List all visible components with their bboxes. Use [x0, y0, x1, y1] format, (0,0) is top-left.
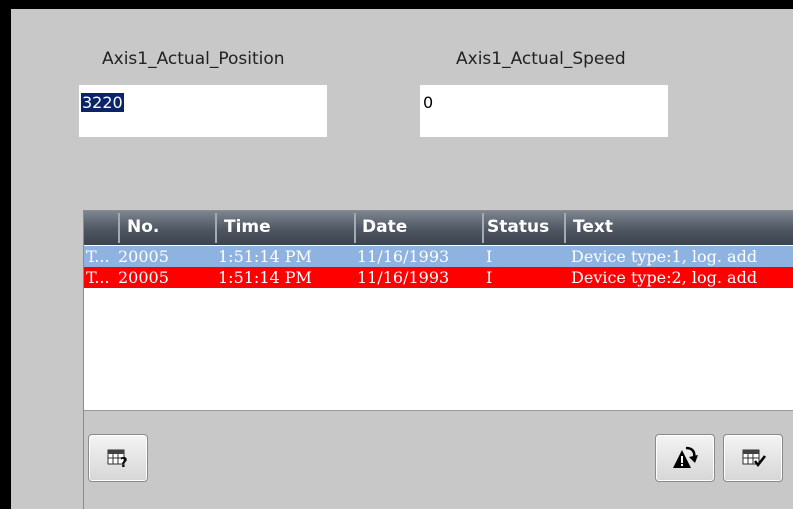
column-separator[interactable]	[354, 213, 356, 243]
position-io-field[interactable]: 3220	[79, 85, 327, 137]
alarm-text: Device type:2, log. add	[571, 268, 758, 287]
alarm-view: No. Time Date Status Text T... 20005 1:5…	[83, 210, 793, 509]
info-text-button[interactable]: ?	[88, 434, 148, 482]
column-separator[interactable]	[564, 213, 566, 243]
alarm-text: Device type:1, log. add	[571, 247, 758, 266]
position-label: Axis1_Actual_Position	[102, 49, 285, 69]
alarm-type: T...	[86, 247, 110, 266]
alarm-number: 20005	[118, 268, 169, 287]
speed-label: Axis1_Actual_Speed	[456, 49, 626, 69]
acknowledge-button[interactable]	[655, 434, 715, 482]
hmi-screen: Axis1_Actual_Position 3220 Axis1_Actual_…	[11, 9, 793, 509]
alarm-status: I	[486, 247, 493, 266]
speed-io-field[interactable]: 0	[420, 85, 668, 137]
table-help-icon: ?	[107, 449, 128, 471]
column-header-no[interactable]: No.	[127, 217, 159, 237]
position-value: 3220	[81, 93, 124, 112]
column-header-status[interactable]: Status	[487, 217, 549, 237]
alarm-status: I	[486, 268, 493, 287]
table-edit-icon	[742, 449, 766, 468]
alarm-type: T...	[86, 268, 110, 287]
acknowledge-icon	[673, 446, 698, 468]
alarm-table-header: No. Time Date Status Text	[84, 211, 793, 245]
svg-text:?: ?	[120, 456, 128, 471]
alarm-date: 11/16/1993	[357, 247, 450, 266]
alarm-time: 1:51:14 PM	[218, 247, 312, 266]
column-separator[interactable]	[118, 213, 120, 243]
alarm-number: 20005	[118, 247, 169, 266]
alarm-toolbar: ?	[84, 411, 793, 509]
column-separator[interactable]	[215, 213, 217, 243]
column-header-time[interactable]: Time	[224, 217, 271, 237]
speed-value: 0	[423, 93, 434, 112]
alarm-row[interactable]: T... 20005 1:51:14 PM 11/16/1993 I Devic…	[84, 246, 793, 267]
alarm-time: 1:51:14 PM	[218, 268, 312, 287]
column-header-text[interactable]: Text	[573, 217, 613, 237]
edit-button[interactable]	[723, 434, 783, 482]
alarm-date: 11/16/1993	[357, 268, 450, 287]
column-header-date[interactable]: Date	[362, 217, 407, 237]
column-separator[interactable]	[482, 213, 484, 243]
alarm-row[interactable]: T... 20005 1:51:14 PM 11/16/1993 I Devic…	[84, 267, 793, 288]
